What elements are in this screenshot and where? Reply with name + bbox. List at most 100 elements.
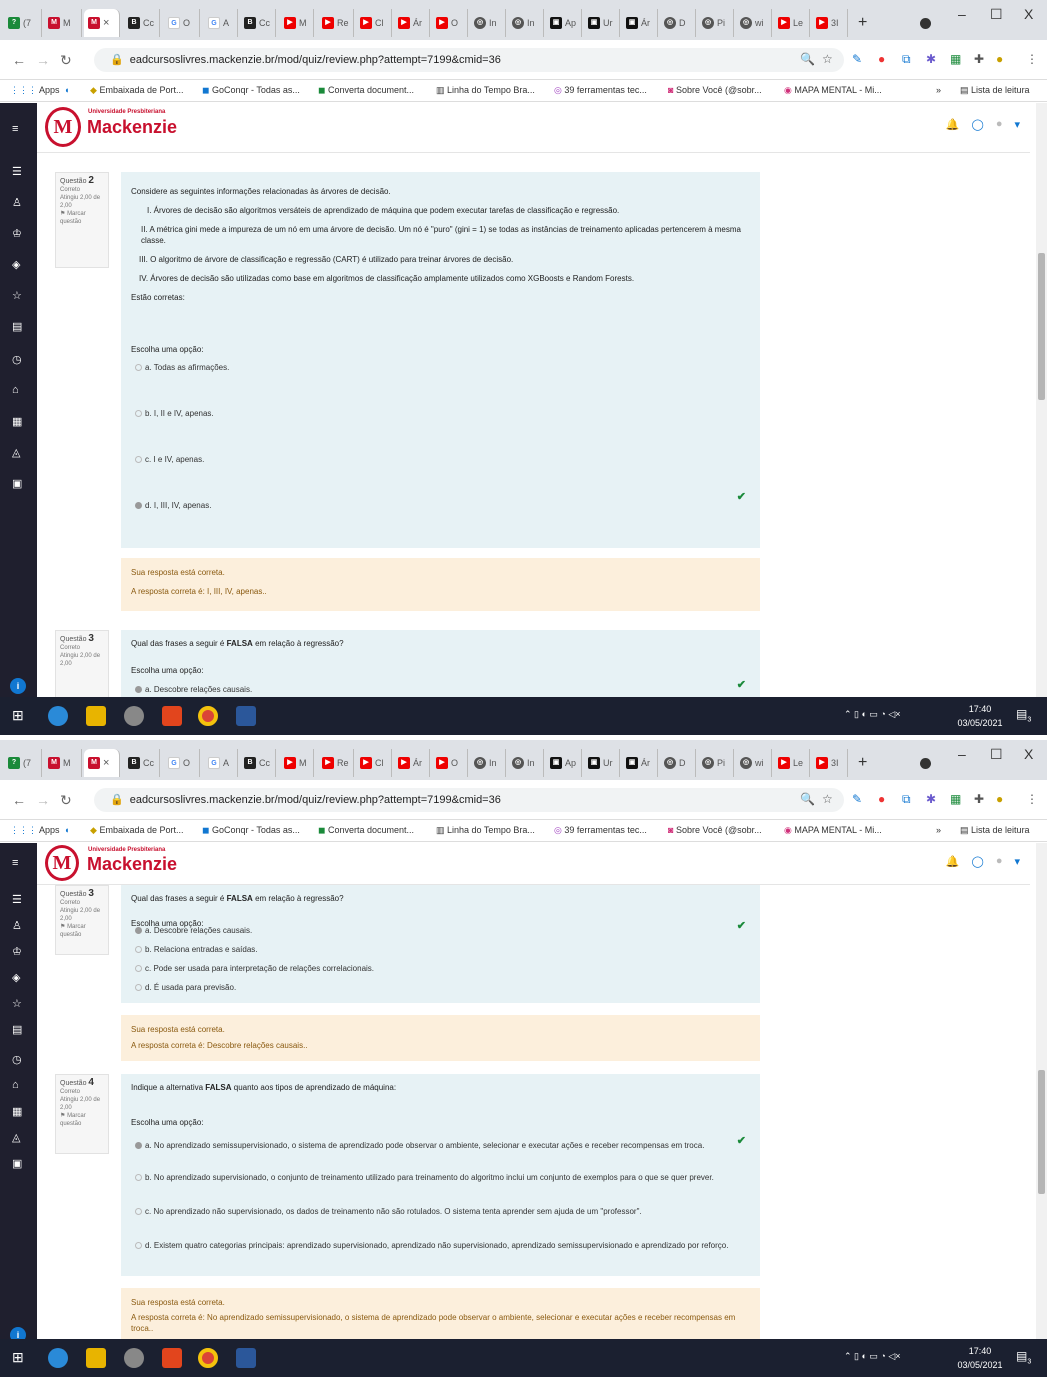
close-window-button[interactable]: X <box>1024 746 1033 762</box>
user-avatar[interactable]: ● <box>996 855 1003 868</box>
radio-button[interactable] <box>135 1208 142 1216</box>
scrollbar-thumb[interactable] <box>1038 1070 1045 1194</box>
list-icon[interactable]: ☰ <box>12 893 22 906</box>
chevron-down-icon[interactable]: ▾ <box>1014 118 1020 131</box>
zoom-icon[interactable]: 🔍 <box>800 52 815 66</box>
tab-search-icon[interactable] <box>920 758 931 769</box>
hierarchy-icon[interactable]: ♙ <box>12 196 22 209</box>
tab[interactable]: ? (7 <box>4 749 42 777</box>
chevron-down-icon[interactable]: ▾ <box>1014 855 1020 868</box>
tab[interactable]: ▶ M <box>280 9 314 37</box>
word-icon[interactable] <box>236 706 256 726</box>
answer-option-selected[interactable]: a. Descobre relações causais. <box>135 925 252 936</box>
radio-button-selected[interactable] <box>135 1142 142 1150</box>
menu-icon[interactable]: ⋮ <box>1026 792 1038 806</box>
bookmark[interactable]: ◼ GoConqr - Todas as... <box>202 85 300 96</box>
avatar[interactable]: ● <box>996 52 1003 66</box>
tab[interactable]: ◎ In <box>470 9 506 37</box>
scrollbar-thumb[interactable] <box>1038 253 1045 400</box>
answer-option[interactable]: d. Existem quatro categorias principais:… <box>135 1240 735 1251</box>
bookmark[interactable]: ◙ Sobre Você (@sobr... <box>668 85 762 95</box>
tab[interactable]: ◎ D <box>660 9 696 37</box>
radio-button-selected[interactable] <box>135 686 142 694</box>
menu-icon[interactable]: ⋮ <box>1026 52 1038 66</box>
tab[interactable]: ◎ In <box>508 749 544 777</box>
extension-icon[interactable]: ✎ <box>852 52 862 66</box>
award-icon[interactable]: ♔ <box>12 227 22 240</box>
puzzle-icon[interactable]: ✚ <box>974 792 984 806</box>
documents-icon[interactable]: ▣ <box>12 477 22 490</box>
tab[interactable]: GA <box>204 749 238 777</box>
bell-icon[interactable]: 🔔 <box>946 855 960 868</box>
windows-start-icon[interactable]: ⊞ <box>12 707 24 724</box>
tab[interactable]: GA <box>204 9 238 37</box>
office-icon[interactable] <box>162 706 182 726</box>
tab-search-icon[interactable] <box>920 18 931 29</box>
answer-option-selected[interactable]: d. I, III, IV, apenas. <box>135 500 211 511</box>
maximize-button[interactable]: ☐ <box>990 746 1003 763</box>
mackenzie-logo[interactable]: M <box>45 845 79 881</box>
tab[interactable]: ▣ Ap <box>546 9 582 37</box>
tab[interactable]: ▣ Ur <box>584 9 620 37</box>
extension-icon[interactable]: ✱ <box>926 52 936 66</box>
new-tab-button[interactable]: + <box>858 14 867 32</box>
translate-icon[interactable]: ⧉ <box>902 792 911 807</box>
chrome-icon[interactable] <box>198 706 218 726</box>
tab[interactable]: ◎ Pi <box>698 9 734 37</box>
tab[interactable]: ◎ wi <box>736 749 772 777</box>
answer-option[interactable]: c. I e IV, apenas. <box>135 454 204 465</box>
tab[interactable]: ▶ Cl <box>356 749 392 777</box>
sheets-icon[interactable]: ▦ <box>950 792 961 806</box>
tab[interactable]: ◎ In <box>508 9 544 37</box>
tab[interactable]: ▶ Ár <box>394 749 430 777</box>
book-icon[interactable]: ▤ <box>12 1023 22 1036</box>
tab[interactable]: ▣ Ár <box>622 749 658 777</box>
star-icon[interactable]: ☆ <box>12 997 22 1010</box>
puzzle-icon[interactable]: ✚ <box>974 52 984 66</box>
dashboard-icon[interactable]: ◷ <box>12 353 22 366</box>
tab[interactable]: B Cc <box>124 9 160 37</box>
tab[interactable]: GO <box>164 749 200 777</box>
answer-option[interactable]: b. No aprendizado supervisionado, o conj… <box>135 1172 735 1183</box>
maximize-button[interactable]: ☐ <box>990 6 1003 23</box>
minimize-button[interactable]: – <box>958 746 966 762</box>
chrome-icon[interactable] <box>198 1348 218 1368</box>
zoom-icon[interactable]: 🔍 <box>800 792 815 806</box>
tab-active[interactable]: M × <box>84 9 120 37</box>
back-icon[interactable]: ← <box>12 52 26 68</box>
answer-option[interactable]: c. No aprendizado não supervisionado, os… <box>135 1206 735 1217</box>
extension-icon[interactable]: ✱ <box>926 792 936 806</box>
bookmark[interactable]: ◼ Converta document... <box>318 825 414 836</box>
minimize-button[interactable]: – <box>958 6 966 22</box>
page-scrollbar[interactable] <box>1036 103 1047 697</box>
tab[interactable]: ▶ 3I <box>812 9 848 37</box>
layers-icon[interactable]: ◈ <box>12 258 20 271</box>
bookmark[interactable]: ◆ Embaixada de Port... <box>90 825 183 836</box>
radio-button-selected[interactable] <box>135 502 142 510</box>
tab-close-icon[interactable]: × <box>103 757 109 769</box>
bookmark[interactable]: ◙ Sobre Você (@sobr... <box>668 825 762 835</box>
bookmark[interactable]: ◎ 39 ferramentas tec... <box>554 85 647 96</box>
tab[interactable]: ▶ Le <box>774 9 810 37</box>
tab[interactable]: ▶ Ár <box>394 9 430 37</box>
graduation-icon[interactable]: ◬ <box>12 446 20 459</box>
tab[interactable]: ◎ In <box>470 749 506 777</box>
edge-icon[interactable] <box>48 1348 68 1368</box>
translate-icon[interactable]: ⧉ <box>902 52 911 67</box>
bell-icon[interactable]: 🔔 <box>946 118 960 131</box>
radio-button[interactable] <box>135 984 142 992</box>
bookmark[interactable]: ◼ GoConqr - Todas as... <box>202 825 300 836</box>
word-icon[interactable] <box>236 1348 256 1368</box>
extension-icon[interactable]: ● <box>878 792 885 806</box>
radio-button-selected[interactable] <box>135 927 142 935</box>
tab[interactable]: ▣ Ur <box>584 749 620 777</box>
bookmark-icon[interactable]: ◖ <box>64 85 69 95</box>
calendar-icon[interactable]: ▦ <box>12 415 22 428</box>
flag-question[interactable]: ⚑ Marcar questão <box>60 210 104 226</box>
file-explorer-icon[interactable] <box>86 706 106 726</box>
windows-start-icon[interactable]: ⊞ <box>12 1349 24 1366</box>
tab[interactable]: ▶ Cl <box>356 9 392 37</box>
reading-list[interactable]: ▤ Lista de leitura <box>960 825 1030 836</box>
tab[interactable]: B Cc <box>240 9 276 37</box>
tab-close-icon[interactable]: × <box>103 17 109 29</box>
